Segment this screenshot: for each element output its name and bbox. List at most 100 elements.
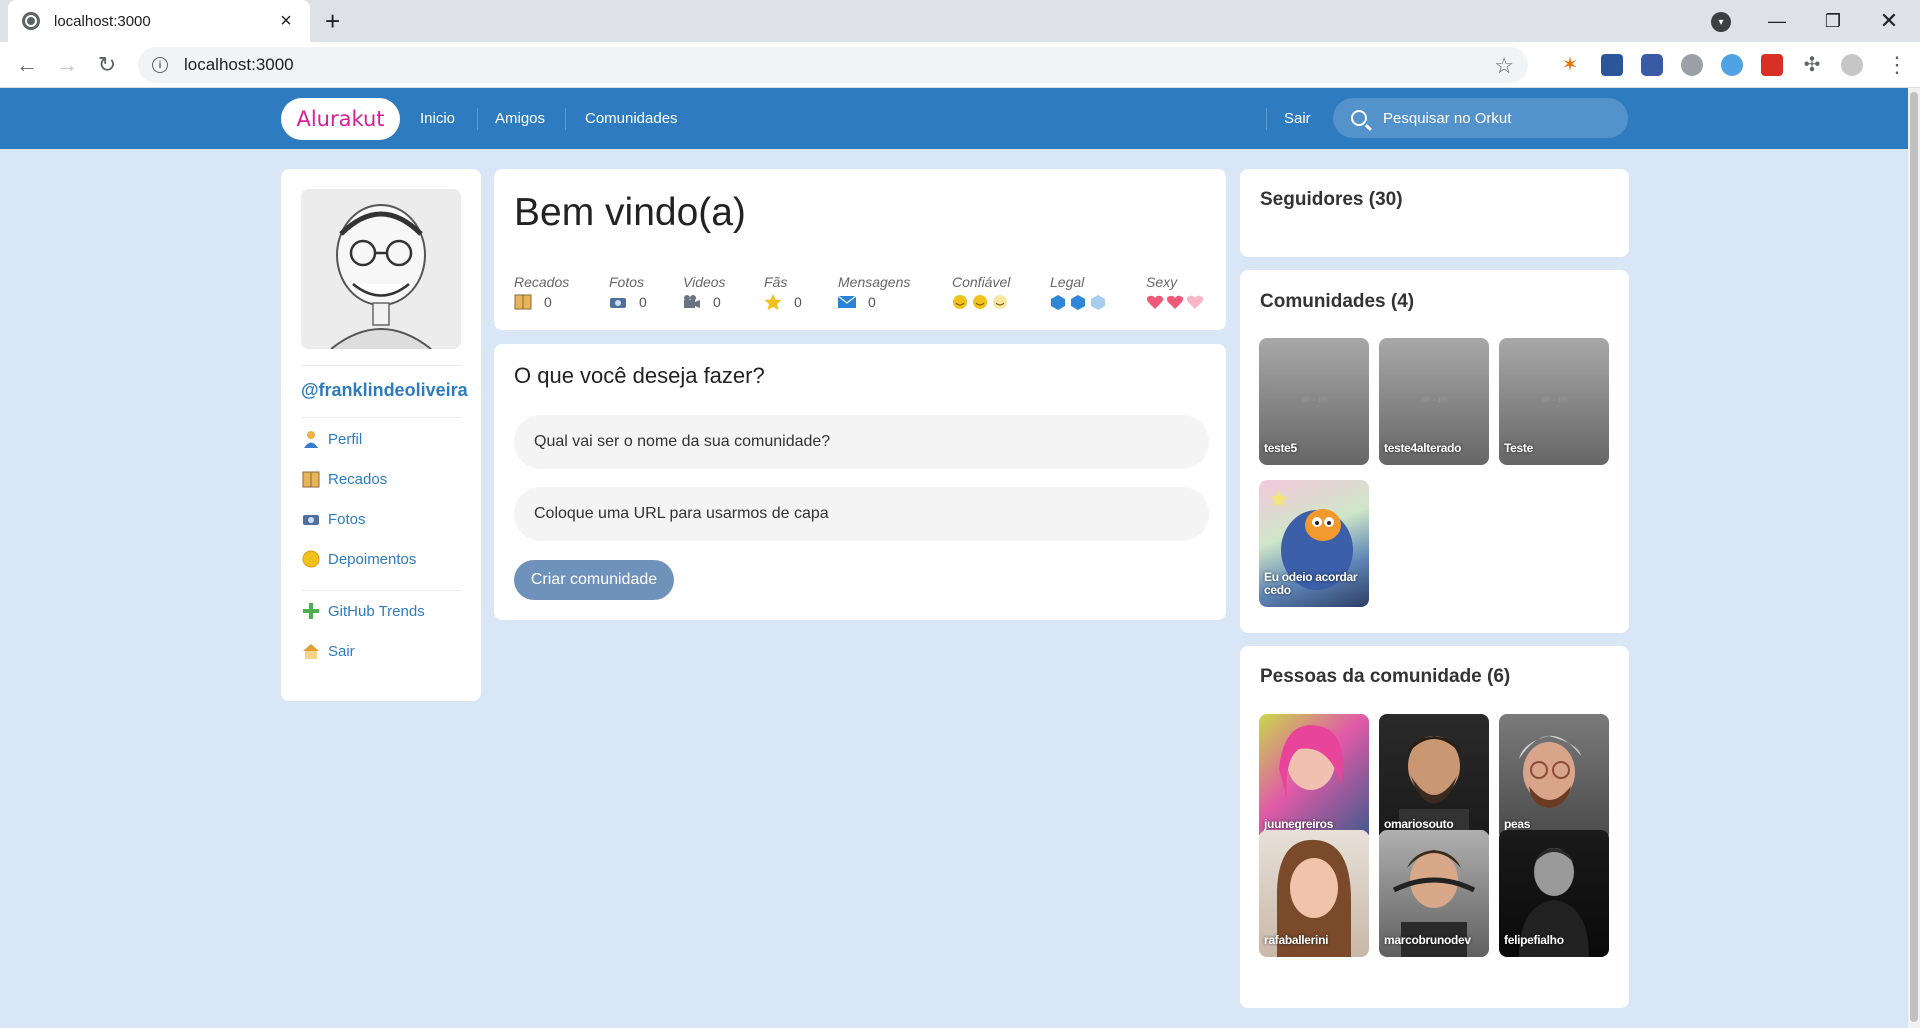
scrollbar-thumb[interactable] — [1910, 92, 1918, 1022]
nav-inicio[interactable]: Inicio — [420, 88, 455, 149]
person-name: felipefialho — [1504, 933, 1564, 947]
community-name: Teste — [1504, 441, 1533, 455]
extension-icon[interactable] — [1681, 54, 1703, 76]
globe-icon — [22, 12, 40, 30]
camera-icon — [303, 515, 319, 525]
community-tile[interactable]: Eu odeio acordar cedo — [1259, 480, 1369, 607]
placeholder-text: 300 × 300 — [1300, 398, 1328, 404]
stat-label: Fãs — [764, 274, 788, 290]
search-placeholder: Pesquisar no Orkut — [1383, 109, 1512, 127]
puzzle-icon[interactable]: ✣ — [1801, 54, 1823, 76]
extension-icon[interactable]: ✶ — [1559, 54, 1581, 76]
new-tab-icon[interactable]: + — [325, 6, 340, 37]
people-box: Pessoas da comunidade (6) juunegreiros o… — [1240, 646, 1629, 1008]
extension-icon[interactable] — [1601, 54, 1623, 76]
nav-amigos[interactable]: Amigos — [495, 88, 545, 149]
close-window-icon[interactable]: ✕ — [1861, 0, 1917, 42]
person-tile[interactable]: marcobrunodev — [1379, 830, 1489, 957]
extension-icon[interactable] — [1721, 54, 1743, 76]
form-title: O que você deseja fazer? — [514, 363, 765, 388]
communities-box: Comunidades (4) 300 × 300 teste5 300 × 3… — [1240, 270, 1629, 633]
profile-avatar-icon[interactable] — [1841, 54, 1863, 76]
extension-icon[interactable] — [1761, 54, 1783, 76]
sidebar-item-fotos[interactable]: Fotos — [301, 509, 366, 529]
followers-box: Seguidores (30) — [1240, 169, 1629, 257]
tab-search-icon[interactable]: ▾ — [1711, 12, 1731, 32]
create-community-card: O que você deseja fazer? Qual vai ser o … — [494, 344, 1226, 620]
forward-icon[interactable]: → — [52, 50, 82, 80]
community-name: Eu odeio acordar cedo — [1264, 570, 1358, 597]
sidebar-item-sair[interactable]: Sair — [301, 641, 355, 661]
browser-tab-bar: localhost:3000 × + ▾ — ❐ ✕ — [0, 0, 1920, 42]
menu-dots-icon[interactable]: ⋮ — [1886, 52, 1908, 78]
divider — [301, 417, 461, 418]
input-placeholder: Coloque uma URL para usarmos de capa — [534, 505, 829, 522]
sidebar-item-label: Recados — [328, 470, 388, 488]
community-name: teste5 — [1264, 441, 1297, 455]
bookmark-star-icon[interactable]: ☆ — [1494, 53, 1514, 79]
browser-tab[interactable]: localhost:3000 × — [8, 0, 310, 42]
search-input[interactable]: Pesquisar no Orkut — [1333, 98, 1628, 138]
community-image-url-input[interactable]: Coloque uma URL para usarmos de capa — [514, 487, 1209, 541]
extension-icon[interactable] — [1641, 54, 1663, 76]
community-tile[interactable]: 300 × 300 teste5 — [1259, 338, 1369, 465]
heart-icon — [1146, 295, 1204, 309]
stat-value: 0 — [713, 294, 721, 310]
person-tile[interactable]: felipefialho — [1499, 830, 1609, 957]
sidebar-item-label: GitHub Trends — [328, 602, 425, 620]
nav-comunidades[interactable]: Comunidades — [585, 88, 678, 149]
smiley-icon — [953, 295, 1007, 309]
profile-username-link[interactable]: @franklindeoliveira — [301, 380, 468, 401]
confiavel-rating — [952, 294, 1012, 310]
nav-divider — [565, 108, 566, 130]
cube-icon — [1051, 295, 1105, 310]
person-tile[interactable]: juunegreiros — [1259, 714, 1369, 841]
plus-icon — [303, 603, 319, 619]
restore-icon[interactable]: ❐ — [1805, 0, 1861, 42]
logo[interactable]: Alurakut — [281, 98, 400, 140]
divider — [301, 365, 461, 366]
person-tile[interactable]: rafaballerini — [1259, 830, 1369, 957]
community-name-input[interactable]: Qual vai ser o nome da sua comunidade? — [514, 415, 1209, 469]
page-scrollbar[interactable] — [1908, 88, 1920, 1028]
close-tab-icon[interactable]: × — [276, 10, 296, 33]
sidebar-item-perfil[interactable]: Perfil — [301, 429, 362, 449]
communities-title: Comunidades (4) — [1260, 291, 1415, 312]
stat-value: 0 — [544, 294, 552, 310]
stat-confiavel: Confiável — [952, 274, 1012, 310]
profile-sidebar: @franklindeoliveira Perfil Recados Fotos… — [281, 169, 481, 701]
url-text: localhost:3000 — [184, 55, 294, 74]
video-camera-icon — [684, 295, 700, 308]
header-logout-link[interactable]: Sair — [1284, 88, 1311, 149]
create-community-button[interactable]: Criar comunidade — [514, 560, 674, 600]
sidebar-item-recados[interactable]: Recados — [301, 469, 387, 489]
reload-icon[interactable]: ↻ — [92, 50, 122, 80]
avatar[interactable] — [301, 189, 461, 349]
back-icon[interactable]: ← — [12, 50, 42, 80]
sidebar-item-depoimentos[interactable]: Depoimentos — [301, 549, 416, 569]
input-placeholder: Qual vai ser o nome da sua comunidade? — [534, 433, 831, 450]
stat-label: Recados — [514, 274, 570, 290]
camera-icon — [610, 298, 626, 308]
person-tile[interactable]: peas — [1499, 714, 1609, 841]
divider — [301, 590, 461, 591]
community-tile[interactable]: 300 × 300 Teste — [1499, 338, 1609, 465]
envelope-icon — [838, 295, 856, 308]
address-bar[interactable]: i localhost:3000 ☆ — [138, 47, 1528, 83]
minimize-icon[interactable]: — — [1749, 0, 1805, 42]
info-icon[interactable]: i — [152, 57, 168, 73]
sidebar-item-label: Depoimentos — [328, 550, 417, 568]
sidebar-item-label: Perfil — [328, 430, 363, 448]
person-tile[interactable]: omariosouto — [1379, 714, 1489, 841]
community-tile[interactable]: 300 × 300 teste4alterado — [1379, 338, 1489, 465]
stat-mensagens: Mensagens 0 — [838, 274, 910, 310]
person-name: rafaballerini — [1264, 933, 1329, 947]
stat-value: 0 — [639, 294, 647, 310]
user-icon — [304, 431, 318, 448]
community-name: teste4alterado — [1384, 441, 1462, 455]
nav-divider — [1266, 108, 1267, 130]
sidebar-item-github-trends[interactable]: GitHub Trends — [301, 601, 425, 621]
nav-divider — [477, 108, 478, 130]
placeholder-text: 300 × 300 — [1540, 398, 1568, 404]
person-name: marcobrunodev — [1384, 933, 1471, 947]
